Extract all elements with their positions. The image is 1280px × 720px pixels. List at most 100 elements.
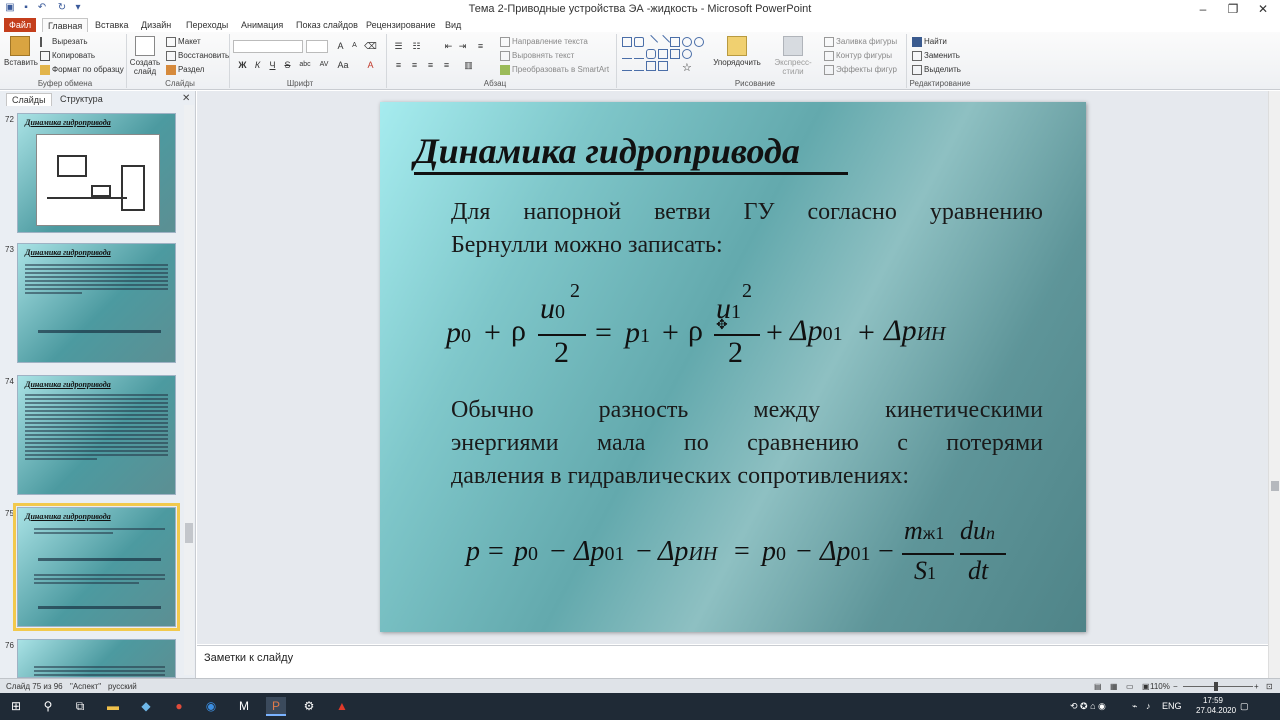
font-size-select[interactable] [306, 40, 328, 53]
input-language[interactable]: ENG [1162, 701, 1182, 711]
bold-button[interactable]: Ж [236, 59, 249, 71]
panel-scrollbar[interactable] [184, 105, 194, 675]
slide-canvas[interactable]: Динамика гидропривода Для напорной ветви… [380, 102, 1086, 632]
connector-shape-icon[interactable] [634, 49, 644, 59]
paragraph-1[interactable]: Для напорной ветви ГУ согласно уравнению… [451, 196, 1043, 262]
numbering-icon[interactable]: ☷ [410, 40, 423, 52]
paste-button[interactable]: Вставить [4, 36, 38, 67]
star-shape-icon[interactable]: ☆ [682, 61, 692, 74]
select-button[interactable]: Выделить [912, 65, 961, 75]
oval-shape-icon[interactable] [682, 37, 692, 47]
align-left-icon[interactable]: ≡ [392, 59, 405, 71]
left-arrow-shape-icon[interactable] [670, 49, 680, 59]
slideshow-view-icon[interactable]: ▣ [1142, 682, 1150, 691]
italic-button[interactable]: К [251, 59, 264, 71]
strikethrough-button[interactable]: S [281, 59, 294, 71]
font-size-up-button[interactable]: A [334, 40, 347, 52]
slide-thumbnail-74[interactable]: Динамика гидропривода [17, 375, 176, 495]
triangle-shape-icon[interactable] [622, 49, 632, 59]
shape-effects-button[interactable]: Эффекты фигур [824, 65, 897, 75]
system-clock[interactable]: 17:59 27.04.2020 [1196, 696, 1236, 716]
quick-styles-button[interactable]: Экспресс-стили [764, 36, 822, 76]
section-button[interactable]: Раздел [166, 65, 204, 75]
change-case-button[interactable]: Aa [335, 59, 351, 71]
curve-shape-icon[interactable] [622, 61, 632, 71]
right-arrow-shape-icon[interactable] [658, 49, 668, 59]
reading-view-icon[interactable]: ▭ [1126, 682, 1134, 691]
increase-indent-icon[interactable]: ⇥ [456, 40, 469, 52]
search-icon[interactable]: ⚲ [38, 697, 58, 716]
shapes-gallery[interactable]: ☆ [622, 34, 706, 75]
tab-review[interactable]: Рецензирование [361, 18, 441, 32]
notifications-icon[interactable]: ▢ [1240, 701, 1249, 712]
minimize-button[interactable]: – [1186, 0, 1220, 18]
layout-button[interactable]: Макет [166, 37, 201, 47]
format-painter-button[interactable]: Формат по образцу [40, 65, 124, 75]
slide-title[interactable]: Динамика гидропривода [414, 130, 800, 172]
slide-sorter-icon[interactable]: ▦ [1110, 682, 1118, 691]
rectangle-shape-icon[interactable] [622, 37, 632, 47]
textbox-shape-icon[interactable] [634, 37, 644, 47]
align-right-icon[interactable]: ≡ [424, 59, 437, 71]
reset-button[interactable]: Восстановить [166, 51, 229, 61]
pdf-reader-icon[interactable]: ▲ [332, 697, 352, 716]
brace-shape-icon[interactable] [646, 61, 656, 71]
align-text-button[interactable]: Выровнять текст [500, 51, 574, 61]
text-direction-button[interactable]: Направление текста [500, 37, 588, 47]
task-view-icon[interactable]: ⧉ [70, 697, 90, 716]
smiley-shape-icon[interactable] [682, 49, 692, 59]
tab-file[interactable]: Файл [4, 18, 37, 32]
scrollbar-thumb[interactable] [1271, 481, 1279, 491]
mathcad-icon[interactable]: M [234, 697, 254, 716]
circle-shape-icon[interactable] [694, 37, 704, 47]
tab-animation[interactable]: Анимация [236, 18, 288, 32]
language-indicator[interactable]: русский [108, 682, 137, 691]
underline-button[interactable]: Ч [266, 59, 279, 71]
maximize-button[interactable]: ❐ [1216, 0, 1250, 18]
windows-start-icon[interactable]: ⊞ [6, 697, 26, 716]
font-color-button[interactable]: A [364, 59, 377, 71]
close-panel-icon[interactable]: ✕ [182, 93, 190, 104]
tab-insert[interactable]: Вставка [90, 18, 133, 32]
notes-pane[interactable]: Заметки к слайду [197, 645, 1268, 678]
zoom-slider[interactable] [1183, 686, 1253, 687]
zoom-out-icon[interactable]: − [1173, 682, 1178, 691]
slide-thumbnail-72[interactable]: Динамика гидропривода [17, 113, 176, 233]
smartart-button[interactable]: Преобразовать в SmartArt [500, 65, 609, 75]
tab-slides[interactable]: Слайды [6, 93, 52, 106]
tab-view[interactable]: Вид [440, 18, 466, 32]
zoom-level[interactable]: 110% [1150, 682, 1170, 691]
normal-view-icon[interactable]: ▤ [1094, 682, 1102, 691]
zoom-in-icon[interactable]: + [1254, 682, 1259, 691]
slide-thumbnail-76[interactable] [17, 639, 176, 678]
tab-outline[interactable]: Структура [55, 93, 108, 106]
columns-icon[interactable]: ▥ [462, 59, 475, 71]
find-button[interactable]: Найти [912, 37, 947, 47]
slide-scrollbar[interactable] [1268, 91, 1280, 678]
replace-button[interactable]: Заменить [912, 51, 960, 61]
tab-slideshow[interactable]: Показ слайдов [291, 18, 363, 32]
char-spacing-button[interactable]: AV [316, 59, 332, 71]
decrease-indent-icon[interactable]: ⇤ [442, 40, 455, 52]
tab-transitions[interactable]: Переходы [181, 18, 233, 32]
brace-right-shape-icon[interactable] [658, 61, 668, 71]
powerpoint-taskbar-icon[interactable]: P [266, 697, 286, 716]
settings-icon[interactable]: ⚙ [299, 697, 319, 716]
browser-icon[interactable]: ◉ [201, 697, 221, 716]
font-size-down-button[interactable]: A [348, 40, 361, 52]
arrow-shape-icon[interactable] [655, 34, 671, 50]
slide-thumbnail-73[interactable]: Динамика гидропривода [17, 243, 176, 363]
shape-fill-button[interactable]: Заливка фигуры [824, 37, 897, 47]
network-icon[interactable]: ⌁ [1132, 701, 1137, 712]
clear-format-icon[interactable]: ⌫ [364, 40, 377, 52]
shape-outline-button[interactable]: Контур фигуры [824, 51, 892, 61]
rounded-rect-shape-icon[interactable] [646, 49, 656, 59]
slide-thumbnail-75[interactable]: Динамика гидропривода [13, 503, 180, 631]
zoom-slider-handle[interactable] [1214, 682, 1218, 691]
bullets-icon[interactable]: ☰ [392, 40, 405, 52]
freeform-shape-icon[interactable] [634, 61, 644, 71]
tab-home[interactable]: Главная [42, 18, 89, 32]
square-shape-icon[interactable] [670, 37, 680, 47]
tray-icons[interactable]: ⟲ ✪ ⌂ ◉ [1070, 701, 1106, 712]
justify-icon[interactable]: ≡ [440, 59, 453, 71]
